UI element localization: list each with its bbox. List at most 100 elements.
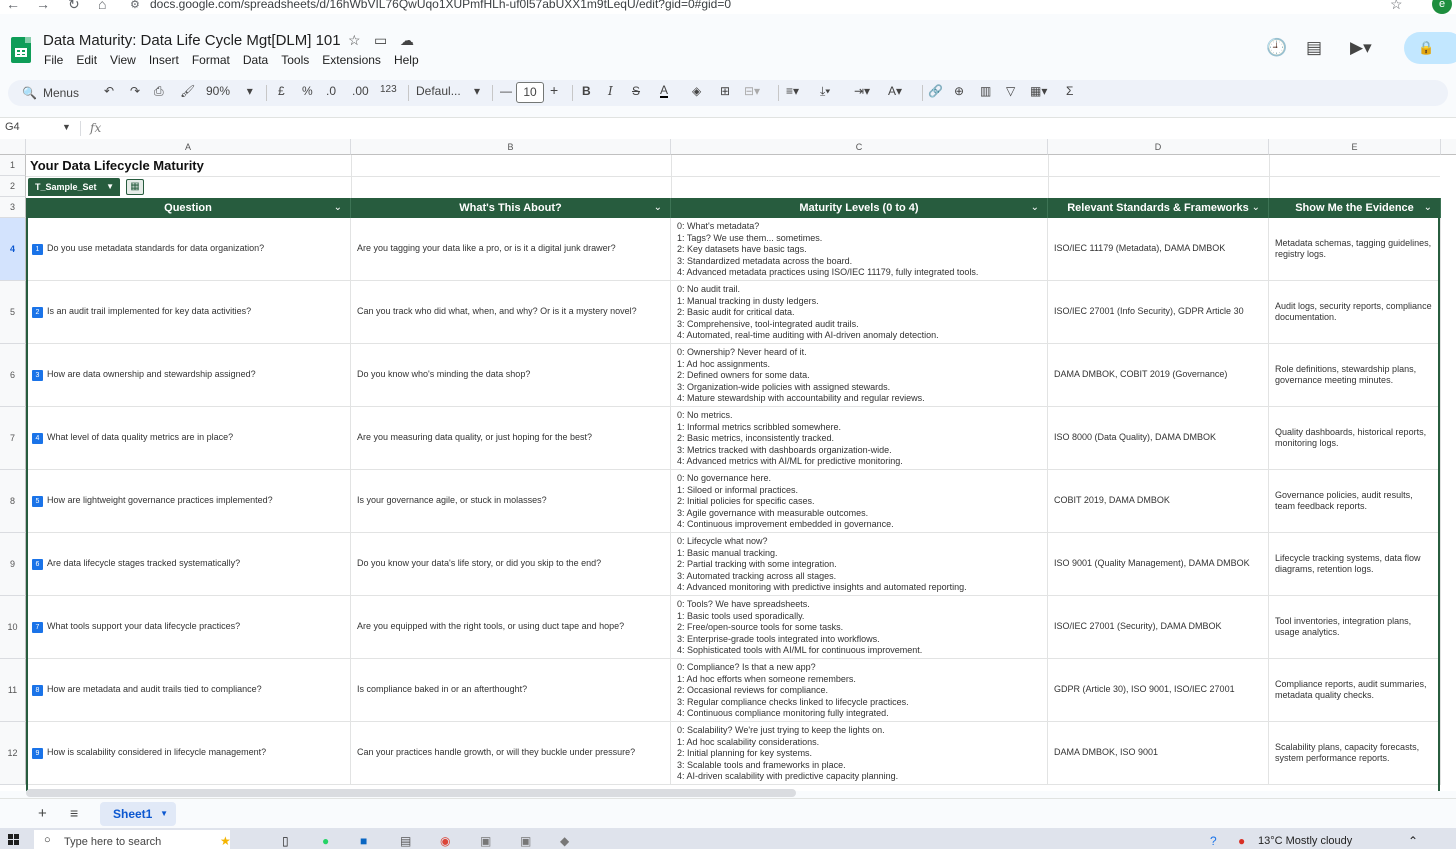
insert-comment-icon[interactable]: ⊕	[954, 84, 964, 98]
question-cell[interactable]: 1 Do you use metadata standards for data …	[26, 218, 351, 281]
question-cell[interactable]: 2 Is an audit trail implemented for key d…	[26, 281, 351, 344]
question-cell[interactable]: 9 How is scalability considered in lifecy…	[26, 722, 351, 785]
evidence-cell[interactable]: Tool inventories, integration plans, usa…	[1269, 596, 1441, 659]
profile-avatar[interactable]: e	[1432, 0, 1452, 14]
about-cell[interactable]: Is compliance baked in or an afterthough…	[351, 659, 671, 722]
table-header-question[interactable]: Question ⌄	[26, 198, 351, 218]
column-header-d[interactable]: D	[1048, 139, 1269, 155]
levels-cell[interactable]: 0: No metrics. 1: Informal metrics scribb…	[671, 407, 1048, 470]
column-header-e[interactable]: E	[1269, 139, 1441, 155]
vertical-align-icon[interactable]: ⤓▾	[820, 84, 830, 99]
horizontal-align-icon[interactable]: ≡▾	[786, 84, 799, 98]
help-icon[interactable]: ?	[1210, 834, 1217, 848]
levels-cell[interactable]: 0: No audit trail. 1: Manual tracking in …	[671, 281, 1048, 344]
row-header[interactable]: 4	[0, 218, 26, 281]
percent-format-button[interactable]: %	[302, 84, 313, 98]
cloud-status-icon[interactable]: ☁	[400, 32, 414, 49]
chevron-down-icon[interactable]: ⌄	[654, 198, 662, 218]
row-header[interactable]: 6	[0, 344, 26, 407]
move-folder-icon[interactable]: ▭	[374, 32, 387, 49]
sheet-title[interactable]: Your Data Lifecycle Maturity	[30, 158, 204, 173]
evidence-cell[interactable]: Quality dashboards, historical reports, …	[1269, 407, 1441, 470]
evidence-cell[interactable]: Metadata schemas, tagging guidelines, re…	[1269, 218, 1441, 281]
question-cell[interactable]: 6 Are data lifecycle stages tracked syste…	[26, 533, 351, 596]
forward-icon[interactable]: →	[36, 0, 50, 12]
app-icon[interactable]: ◆	[560, 834, 569, 848]
table-header-levels[interactable]: Maturity Levels (0 to 4) ⌄	[671, 198, 1048, 218]
menu-view[interactable]: View	[110, 53, 136, 67]
select-all-corner[interactable]	[0, 139, 26, 155]
increase-decimal-button[interactable]: .00	[352, 84, 369, 98]
borders-icon[interactable]: ⊞	[720, 84, 730, 98]
about-cell[interactable]: Can your practices handle growth, or wil…	[351, 722, 671, 785]
standards-cell[interactable]: ISO/IEC 11179 (Metadata), DAMA DMBOK	[1048, 218, 1269, 281]
widget-star-icon[interactable]: ★	[220, 834, 231, 848]
levels-cell[interactable]: 0: Ownership? Never heard of it. 1: Ad ho…	[671, 344, 1048, 407]
question-cell[interactable]: 8 How are metadata and audit trails tied …	[26, 659, 351, 722]
insert-link-icon[interactable]: 🔗	[928, 84, 943, 98]
share-button[interactable]: 🔒	[1404, 32, 1456, 64]
about-cell[interactable]: Can you track who did what, when, and wh…	[351, 281, 671, 344]
row-header[interactable]: 9	[0, 533, 26, 596]
all-sheets-icon[interactable]: ≡	[70, 805, 78, 821]
standards-cell[interactable]: ISO/IEC 27001 (Security), DAMA DMBOK	[1048, 596, 1269, 659]
spreadsheet-grid[interactable]: A B C D E 1 2 3 4 5 6 7 8 9 10 11 12 You…	[0, 139, 1456, 791]
question-cell[interactable]: 7 What tools support your data lifecycle …	[26, 596, 351, 659]
menu-data[interactable]: Data	[243, 53, 268, 67]
chevron-down-icon[interactable]: ⌄	[334, 198, 342, 218]
chevron-down-icon[interactable]: ⌄	[1252, 198, 1260, 218]
evidence-cell[interactable]: Audit logs, security reports, compliance…	[1269, 281, 1441, 344]
question-cell[interactable]: 3 How are data ownership and stewardship …	[26, 344, 351, 407]
standards-cell[interactable]: DAMA DMBOK, COBIT 2019 (Governance)	[1048, 344, 1269, 407]
version-history-icon[interactable]: 🕘	[1266, 38, 1287, 58]
standards-cell[interactable]: ISO 9001 (Quality Management), DAMA DMBO…	[1048, 533, 1269, 596]
evidence-cell[interactable]: Scalability plans, capacity forecasts, s…	[1269, 722, 1441, 785]
decrease-font-size-icon[interactable]: —	[500, 84, 512, 98]
column-header-c[interactable]: C	[671, 139, 1048, 155]
file-explorer-icon[interactable]: ▤	[400, 834, 411, 848]
text-wrapping-icon[interactable]: ⇥▾	[854, 84, 870, 98]
about-cell[interactable]: Do you know your data's life story, or d…	[351, 533, 671, 596]
menu-format[interactable]: Format	[192, 53, 230, 67]
levels-cell[interactable]: 0: Tools? We have spreadsheets. 1: Basic …	[671, 596, 1048, 659]
about-cell[interactable]: Are you tagging your data like a pro, or…	[351, 218, 671, 281]
about-cell[interactable]: Are you equipped with the right tools, o…	[351, 596, 671, 659]
column-header-a[interactable]: A	[26, 139, 351, 155]
standards-cell[interactable]: ISO 8000 (Data Quality), DAMA DMBOK	[1048, 407, 1269, 470]
reload-icon[interactable]: ↻	[68, 0, 80, 13]
evidence-cell[interactable]: Compliance reports, audit summaries, met…	[1269, 659, 1441, 722]
row-header[interactable]: 5	[0, 281, 26, 344]
menu-help[interactable]: Help	[394, 53, 419, 67]
strikethrough-button[interactable]: S	[632, 84, 640, 98]
notification-icon[interactable]: ●	[1238, 834, 1245, 848]
document-title[interactable]: Data Maturity: Data Life Cycle Mgt[DLM] …	[43, 32, 341, 49]
row-header[interactable]: 8	[0, 470, 26, 533]
chevron-down-icon[interactable]: ⌄	[1031, 198, 1039, 218]
number-format-button[interactable]: 123	[380, 84, 397, 95]
add-sheet-icon[interactable]: +	[38, 805, 47, 822]
windows-start-icon[interactable]	[8, 834, 19, 845]
about-cell[interactable]: Are you measuring data quality, or just …	[351, 407, 671, 470]
home-icon[interactable]: ⌂	[98, 0, 106, 12]
font-select[interactable]: Defaul... ▾	[416, 84, 480, 98]
site-info-icon[interactable]: ⚙	[130, 0, 140, 11]
comments-icon[interactable]: ▤	[1306, 38, 1322, 58]
functions-button[interactable]: Σ	[1066, 84, 1073, 98]
menu-tools[interactable]: Tools	[281, 53, 309, 67]
whatsapp-icon[interactable]: ●	[322, 834, 329, 848]
back-icon[interactable]: ←	[6, 0, 20, 12]
weather-status[interactable]: 13°C Mostly cloudy	[1258, 835, 1352, 847]
levels-cell[interactable]: 0: No governance here. 1: Siloed or infor…	[671, 470, 1048, 533]
redo-icon[interactable]: ↷	[130, 84, 140, 98]
chrome-icon[interactable]: ◉	[440, 834, 450, 848]
row-header[interactable]: 3	[0, 197, 26, 218]
chevron-down-icon[interactable]: ▼	[62, 122, 71, 132]
font-size-input[interactable]: 10	[516, 82, 544, 103]
evidence-cell[interactable]: Role definitions, stewardship plans, gov…	[1269, 344, 1441, 407]
levels-cell[interactable]: 0: What's metadata? 1: Tags? We use them.…	[671, 218, 1048, 281]
print-icon[interactable]: ⎙	[154, 84, 164, 99]
url-text[interactable]: docs.google.com/spreadsheets/d/16hWbVIL7…	[150, 0, 731, 11]
text-rotation-icon[interactable]: A▾	[888, 84, 902, 98]
question-cell[interactable]: 5 How are lightweight governance practice…	[26, 470, 351, 533]
row-header[interactable]: 7	[0, 407, 26, 470]
